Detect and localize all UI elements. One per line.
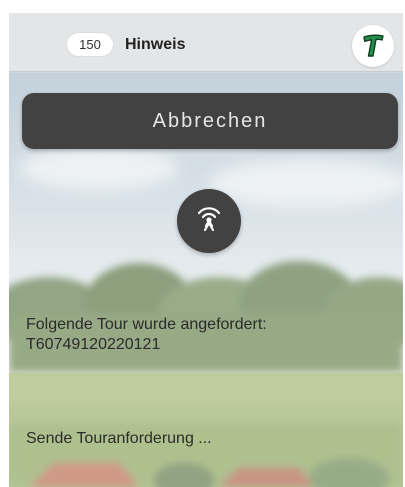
cancel-button[interactable]: Abbrechen <box>22 93 398 149</box>
tour-id: T60749120220121 <box>26 336 161 353</box>
request-label: Folgende Tour wurde angefordert: <box>26 316 267 333</box>
page-title: Hinweis <box>125 35 186 53</box>
header-bar: 150 Hinweis <box>9 13 403 72</box>
antenna-signal-icon <box>197 207 221 232</box>
count-badge[interactable]: 150 <box>67 33 113 56</box>
app-screen: 150 Hinweis Abbrechen Folgende Tour wurd… <box>9 13 403 487</box>
antenna-signal-button[interactable] <box>177 189 241 253</box>
status-text: Sende Touranforderung ... <box>26 430 212 447</box>
t-logo-icon[interactable] <box>352 25 394 67</box>
